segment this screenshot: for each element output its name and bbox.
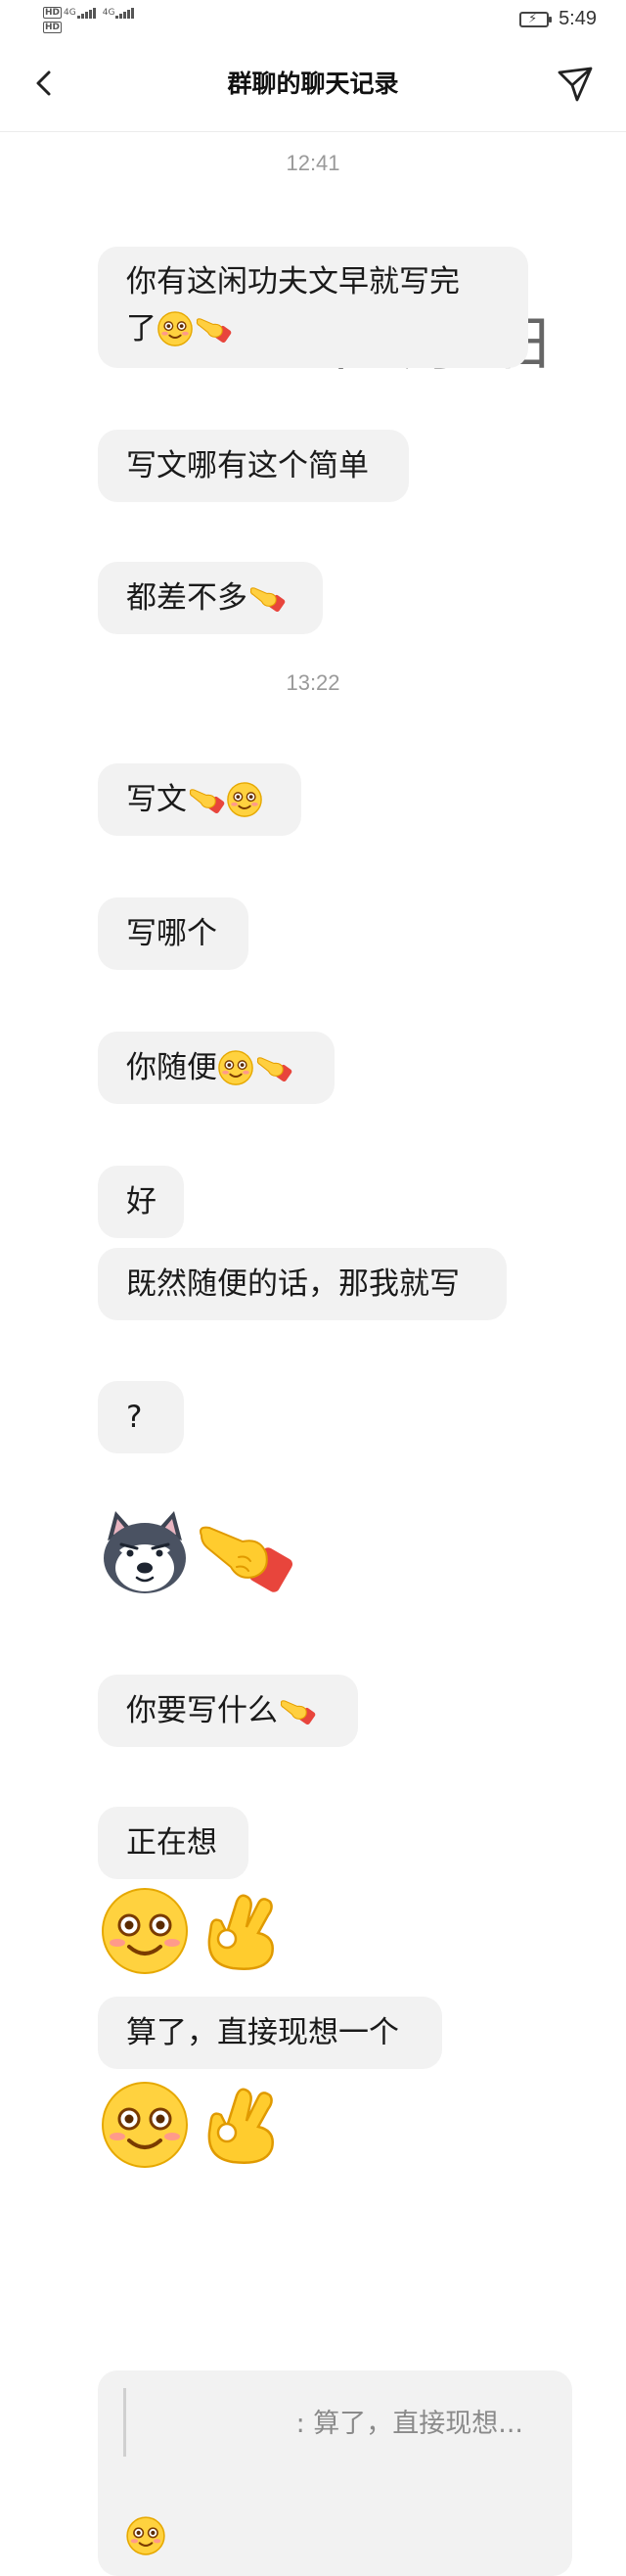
network-type-label: 4G bbox=[102, 7, 115, 18]
signal-indicators: HD 4G 4G HD bbox=[43, 5, 141, 34]
page-title: 群聊的聊天记录 bbox=[227, 69, 399, 98]
message-bubble[interactable]: 既然随便的话，那我就写 bbox=[98, 1248, 507, 1320]
message-bubble[interactable]: 你要写什么 bbox=[98, 1675, 358, 1747]
message-text: 都差不多 bbox=[126, 580, 247, 616]
pointing-hand-emoji bbox=[194, 310, 233, 347]
message-bubble[interactable]: 写哪个 bbox=[98, 897, 248, 970]
reply-message[interactable]: : 算了，直接现想... bbox=[98, 2370, 572, 2576]
status-bar: HD 4G 4G HD ⚡ 5:49 bbox=[0, 0, 626, 43]
pointing-hand-emoji bbox=[278, 1692, 317, 1729]
big-smile-emoji[interactable] bbox=[98, 1886, 192, 1980]
pointing-hand-emoji bbox=[254, 1049, 293, 1086]
pointing-hand-emoji bbox=[247, 579, 287, 617]
blushing-smile-emoji bbox=[226, 781, 263, 818]
ok-hand-icon bbox=[207, 2088, 274, 2164]
message-bubble[interactable]: ? bbox=[98, 1381, 184, 1453]
message-text: 你随便 bbox=[126, 1050, 217, 1085]
message-text: 写文哪有这个简单 bbox=[126, 448, 369, 483]
timestamp: 12:41 bbox=[286, 151, 340, 175]
quoted-text: : 算了，直接现想... bbox=[295, 2409, 523, 2439]
blushing-smile-emoji bbox=[217, 1049, 254, 1086]
pointing-hand-emoji bbox=[187, 781, 226, 818]
pointing-hand-icon bbox=[200, 1526, 293, 1592]
blushing-smile-emoji bbox=[125, 2515, 166, 2560]
battery-icon: ⚡ bbox=[519, 11, 553, 27]
network-type-label: 4G bbox=[64, 7, 76, 18]
hd-badge: HD bbox=[43, 21, 63, 33]
husky-face-icon bbox=[104, 1511, 186, 1593]
message-text: 写文 bbox=[126, 782, 187, 817]
message-bubble[interactable]: 正在想 bbox=[98, 1807, 248, 1879]
message-bubble[interactable]: 你随便 bbox=[98, 1032, 335, 1104]
message-text: 你要写什么 bbox=[126, 1693, 278, 1728]
message-bubble[interactable]: 写文 bbox=[98, 763, 301, 836]
hd-badge: HD bbox=[43, 6, 63, 19]
big-smile-emoji[interactable] bbox=[98, 2080, 192, 2174]
message-text: 写哪个 bbox=[126, 916, 217, 951]
message-bubble[interactable]: 你有这闲功夫文早就写完 了 bbox=[98, 247, 528, 368]
message-text: 你有这闲功夫文早就写完 bbox=[126, 264, 460, 299]
title-bar: 群聊的聊天记录 bbox=[0, 43, 626, 132]
timestamp: 13:22 bbox=[286, 670, 340, 695]
chat-history[interactable]: 12:41 2024年9月7日 你有这闲功夫文早就写完 了 写文哪有这个简单 都… bbox=[0, 132, 626, 2576]
ok-hand-emoji[interactable] bbox=[194, 1882, 288, 1984]
message-bubble[interactable]: 写文哪有这个简单 bbox=[98, 430, 409, 502]
message-bubble[interactable]: 好 bbox=[98, 1166, 184, 1238]
message-text: 正在想 bbox=[126, 1825, 217, 1861]
status-time: 5:49 bbox=[559, 8, 597, 29]
ok-hand-emoji[interactable] bbox=[194, 2076, 288, 2178]
blushing-smile-icon bbox=[102, 2082, 188, 2168]
send-icon bbox=[558, 67, 593, 102]
quote-bar bbox=[123, 2388, 126, 2457]
message-bubble[interactable]: 都差不多 bbox=[98, 562, 323, 634]
signal-bars-icon bbox=[115, 7, 135, 19]
message-text: 了 bbox=[126, 311, 156, 346]
ok-hand-icon bbox=[207, 1894, 274, 1970]
message-text: ? bbox=[126, 1400, 143, 1435]
pointing-hand-sticker[interactable] bbox=[196, 1516, 297, 1602]
husky-sticker[interactable] bbox=[98, 1507, 192, 1601]
message-bubble[interactable]: 算了，直接现想一个 bbox=[98, 1997, 442, 2069]
blushing-smile-icon bbox=[102, 1888, 188, 1974]
signal-bars-icon bbox=[76, 7, 97, 19]
message-text: 好 bbox=[126, 1184, 156, 1219]
blushing-smile-emoji bbox=[156, 310, 194, 347]
forward-button[interactable] bbox=[554, 63, 597, 106]
message-text: 既然随便的话，那我就写 bbox=[126, 1266, 460, 1302]
message-text: 算了，直接现想一个 bbox=[126, 2015, 399, 2050]
